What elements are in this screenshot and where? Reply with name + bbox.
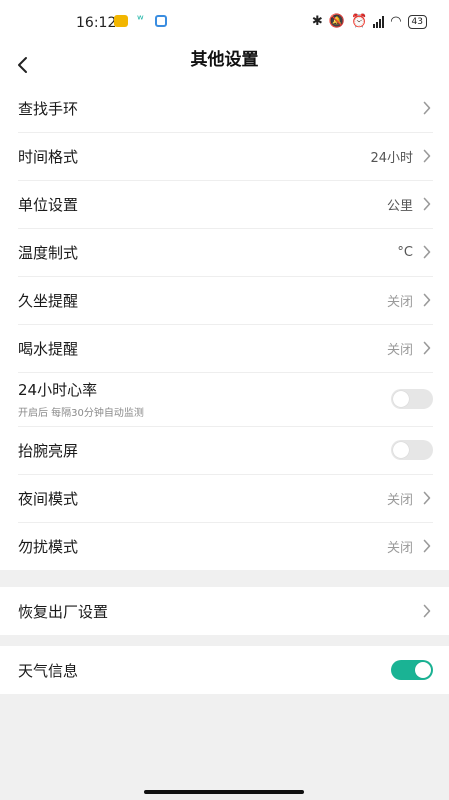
chevron-right-icon <box>423 603 433 619</box>
toggle-switch[interactable] <box>391 660 433 680</box>
group1-row-2[interactable]: 单位设置 公里 <box>0 180 449 228</box>
header: 其他设置 <box>0 42 449 88</box>
chevron-right-icon <box>423 100 433 116</box>
row-label: 天气信息 <box>18 661 79 680</box>
app-notification-icon-2: ʷ <box>137 13 144 28</box>
group1-row-7[interactable]: 抬腕亮屏 <box>0 426 449 474</box>
row-value: 公里 <box>386 198 413 214</box>
settings-group-reset: 恢复出厂设置 <box>0 587 449 635</box>
alarm-icon: ⏰ <box>351 14 368 29</box>
page-title: 其他设置 <box>190 50 259 70</box>
settings-group-weather: 天气信息 <box>0 646 449 694</box>
group1-row-8[interactable]: 夜间模式 关闭 <box>0 474 449 522</box>
row-label: 单位设置 <box>18 195 79 214</box>
chevron-right-icon <box>423 490 433 506</box>
row-label: 勿扰模式 <box>18 537 79 556</box>
row-value: 关闭 <box>386 492 413 508</box>
row-value: 关闭 <box>386 294 413 310</box>
group1-row-6[interactable]: 24小时心率开启后 每隔30分钟自动监测 <box>0 372 449 426</box>
row-label: 时间格式 <box>18 147 79 166</box>
chevron-right-icon <box>423 148 433 164</box>
row-label: 温度制式 <box>18 243 79 262</box>
signal-icon <box>373 15 385 28</box>
mute-icon: 🔕 <box>328 14 346 29</box>
group2-row-0[interactable]: 恢复出厂设置 <box>0 587 449 635</box>
status-icons: ✱ 🔕 ⏰ ◠ 43 <box>312 14 427 29</box>
row-value: °C <box>397 244 413 260</box>
row-label: 恢复出厂设置 <box>18 602 109 621</box>
toggle-switch[interactable] <box>391 440 433 460</box>
row-label: 抬腕亮屏 <box>18 441 79 460</box>
group1-row-0[interactable]: 查找手环 <box>0 84 449 132</box>
app-notification-icon <box>114 15 128 27</box>
row-sublabel: 开启后 每隔30分钟自动监测 <box>18 408 144 419</box>
bluetooth-icon: ✱ <box>311 14 323 29</box>
row-label: 24小时心率 <box>18 381 98 399</box>
group1-row-3[interactable]: 温度制式 °C <box>0 228 449 276</box>
status-time: 16:12 <box>76 15 117 31</box>
group3-row-0[interactable]: 天气信息 <box>0 646 449 694</box>
row-text: 24小时心率开启后 每隔30分钟自动监测 <box>18 379 391 419</box>
row-value: 24小时 <box>370 150 413 166</box>
chevron-right-icon <box>423 196 433 212</box>
toggle-switch[interactable] <box>391 389 433 409</box>
group1-row-9[interactable]: 勿扰模式 关闭 <box>0 522 449 570</box>
group1-row-1[interactable]: 时间格式 24小时 <box>0 132 449 180</box>
row-value: 关闭 <box>386 342 413 358</box>
group1-row-5[interactable]: 喝水提醒 关闭 <box>0 324 449 372</box>
chevron-right-icon <box>423 244 433 260</box>
status-bar: 16:12 ʷ ✱ 🔕 ⏰ ◠ 43 <box>0 0 449 42</box>
chevron-right-icon <box>423 340 433 356</box>
row-label: 久坐提醒 <box>18 291 79 310</box>
home-indicator[interactable] <box>144 790 304 794</box>
toggle-knob <box>415 662 431 678</box>
group1-row-4[interactable]: 久坐提醒 关闭 <box>0 276 449 324</box>
chevron-right-icon <box>423 292 433 308</box>
battery-icon: 43 <box>407 14 427 29</box>
row-value: 关闭 <box>386 540 413 556</box>
toggle-knob <box>393 442 409 458</box>
wifi-icon: ◠ <box>390 14 402 29</box>
chevron-right-icon <box>423 538 433 554</box>
settings-group-main: 查找手环 时间格式 24小时 单位设置 公里 温度制式 °C 久坐提醒 关闭 喝水提醒 关闭 24小时… <box>0 84 449 570</box>
row-label: 夜间模式 <box>18 489 79 508</box>
row-label: 查找手环 <box>18 99 79 118</box>
app-notification-icon-3 <box>155 15 167 27</box>
row-label: 喝水提醒 <box>18 339 79 358</box>
toggle-knob <box>393 391 409 407</box>
